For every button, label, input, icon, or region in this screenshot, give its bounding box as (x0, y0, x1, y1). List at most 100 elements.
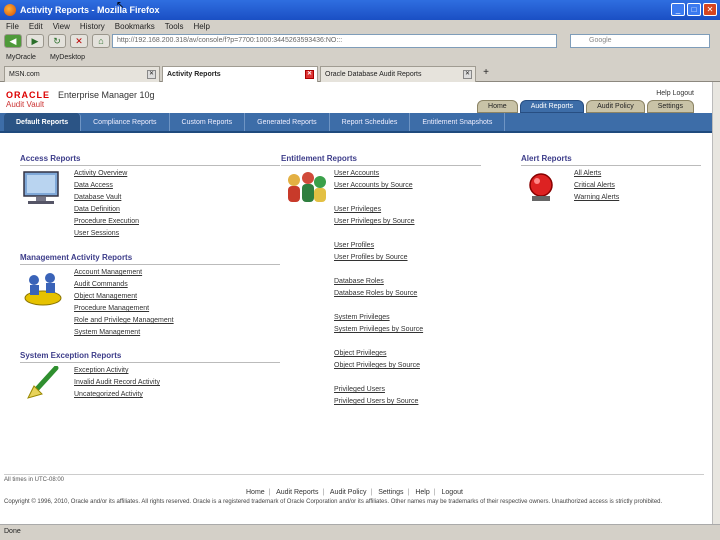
link-user-privileges[interactable]: User Privileges (334, 204, 423, 216)
link-database-roles[interactable]: Database Roles (334, 276, 423, 288)
back-button[interactable]: ◀ (4, 34, 22, 48)
link-user-sessions[interactable]: User Sessions (74, 228, 139, 240)
subtab-default-reports[interactable]: Default Reports (4, 113, 82, 131)
maximize-button[interactable]: □ (687, 3, 701, 16)
link-role-privilege-management[interactable]: Role and Privilege Management (74, 315, 174, 327)
bookmark-mydesktop[interactable]: MyDesktop (50, 54, 85, 61)
link-system-privileges-by-source[interactable]: System Privileges by Source (334, 324, 423, 336)
browser-tabs: MSN.com ✕ Activity Reports ✕ Oracle Databa… (0, 66, 720, 82)
subtab-generated-reports[interactable]: Generated Reports (245, 113, 330, 131)
close-tab-icon[interactable]: ✕ (147, 70, 156, 79)
exception-links: Exception Activity Invalid Audit Record … (74, 365, 160, 401)
footer-link-help[interactable]: Help (415, 489, 429, 496)
close-tab-icon[interactable]: ✕ (305, 70, 314, 79)
subtab-report-schedules[interactable]: Report Schedules (330, 113, 411, 131)
link-user-accounts-by-source[interactable]: User Accounts by Source (334, 180, 423, 192)
section-title: Alert Reports (521, 154, 701, 166)
navigation-toolbar: ◀ ▶ ↻ ✕ ⌂ http://192.168.200.318/av/cons… (0, 32, 720, 50)
stop-button[interactable]: ✕ (70, 34, 88, 48)
tab-activity-reports[interactable]: Activity Reports ✕ (162, 66, 318, 82)
url-input[interactable]: http://192.168.200.318/av/console/f?p=77… (112, 34, 557, 48)
management-people-icon (24, 273, 62, 306)
tab-msn[interactable]: MSN.com ✕ (4, 66, 160, 82)
section-title: Access Reports (20, 154, 280, 166)
top-tabs: Home Audit Reports Audit Policy Settings (477, 100, 694, 113)
link-warning-alerts[interactable]: Warning Alerts (574, 192, 619, 204)
footer-link-audit-reports[interactable]: Audit Reports (276, 489, 318, 496)
bookmarks-toolbar: MyOracle MyDesktop (0, 50, 720, 64)
link-data-access[interactable]: Data Access (74, 180, 139, 192)
access-links: Activity Overview Data Access Database V… (74, 168, 139, 240)
menu-view[interactable]: View (53, 22, 70, 31)
status-bar: Done (0, 524, 720, 540)
link-invalid-audit-record-activity[interactable]: Invalid Audit Record Activity (74, 377, 160, 389)
subtab-compliance-reports[interactable]: Compliance Reports (81, 113, 170, 131)
menu-bar: File Edit View History Bookmarks Tools H… (0, 20, 720, 32)
menu-tools[interactable]: Tools (165, 22, 184, 31)
link-system-privileges[interactable]: System Privileges (334, 312, 423, 324)
alert-links: All Alerts Critical Alerts Warning Alert… (574, 168, 619, 204)
link-account-management[interactable]: Account Management (74, 267, 174, 279)
link-privileged-users[interactable]: Privileged Users (334, 384, 423, 396)
link-data-definition[interactable]: Data Definition (74, 204, 139, 216)
timezone-note: All times in UTC-08:00 (4, 474, 704, 483)
tab-home[interactable]: Home (477, 100, 518, 113)
menu-file[interactable]: File (6, 22, 19, 31)
new-tab-button[interactable]: + (478, 66, 494, 82)
home-button[interactable]: ⌂ (92, 34, 110, 48)
link-critical-alerts[interactable]: Critical Alerts (574, 180, 619, 192)
link-user-accounts[interactable]: User Accounts (334, 168, 423, 180)
close-window-button[interactable]: ✕ (703, 3, 717, 16)
access-reports-section: Access Reports (20, 154, 280, 170)
footer-link-audit-policy[interactable]: Audit Policy (330, 489, 367, 496)
forward-button[interactable]: ▶ (26, 34, 44, 48)
link-user-profiles-by-source[interactable]: User Profiles by Source (334, 252, 423, 264)
link-exception-activity[interactable]: Exception Activity (74, 365, 160, 377)
subtab-custom-reports[interactable]: Custom Reports (170, 113, 246, 131)
product-name: Enterprise Manager 10g (58, 90, 155, 100)
link-object-privileges[interactable]: Object Privileges (334, 348, 423, 360)
link-procedure-execution[interactable]: Procedure Execution (74, 216, 139, 228)
menu-help[interactable]: Help (193, 22, 209, 31)
footer-link-home[interactable]: Home (246, 489, 265, 496)
link-privileged-users-by-source[interactable]: Privileged Users by Source (334, 396, 423, 408)
tab-audit-reports[interactable]: Audit Reports (519, 100, 585, 113)
menu-bookmarks[interactable]: Bookmarks (115, 22, 155, 31)
subtab-entitlement-snapshots[interactable]: Entitlement Snapshots (410, 113, 506, 131)
monitor-icon (23, 171, 59, 204)
link-uncategorized-activity[interactable]: Uncategorized Activity (74, 389, 160, 401)
minimize-button[interactable]: _ (671, 3, 685, 16)
search-input[interactable]: Google (570, 34, 710, 48)
footer-link-logout[interactable]: Logout (442, 489, 463, 496)
footer-link-settings[interactable]: Settings (378, 489, 403, 496)
page-content: ORACLE Enterprise Manager 10g Audit Vaul… (0, 82, 712, 524)
entitlement-links: User Accounts User Accounts by Source Us… (334, 168, 423, 408)
tab-settings[interactable]: Settings (646, 100, 694, 113)
header-links[interactable]: Help Logout (656, 90, 694, 97)
menu-history[interactable]: History (80, 22, 105, 31)
link-object-management[interactable]: Object Management (74, 291, 174, 303)
link-procedure-management[interactable]: Procedure Management (74, 303, 174, 315)
link-database-roles-by-source[interactable]: Database Roles by Source (334, 288, 423, 300)
link-user-profiles[interactable]: User Profiles (334, 240, 423, 252)
menu-edit[interactable]: Edit (29, 22, 43, 31)
vertical-scrollbar[interactable] (712, 82, 720, 524)
link-object-privileges-by-source[interactable]: Object Privileges by Source (334, 360, 423, 372)
link-all-alerts[interactable]: All Alerts (574, 168, 619, 180)
bookmark-myoracle[interactable]: MyOracle (6, 54, 36, 61)
tab-audit-policy[interactable]: Audit Policy (586, 100, 645, 113)
link-database-vault[interactable]: Database Vault (74, 192, 139, 204)
close-tab-icon[interactable]: ✕ (463, 70, 472, 79)
link-activity-overview[interactable]: Activity Overview (74, 168, 139, 180)
reload-button[interactable]: ↻ (48, 34, 66, 48)
sub-navigation: Default Reports Compliance Reports Custo… (0, 113, 712, 133)
link-system-management[interactable]: System Management (74, 327, 174, 339)
link-audit-commands[interactable]: Audit Commands (74, 279, 174, 291)
tab-oracle-audit[interactable]: Oracle Database Audit Reports ✕ (320, 66, 476, 82)
users-group-icon (288, 172, 326, 202)
link-user-privileges-by-source[interactable]: User Privileges by Source (334, 216, 423, 228)
